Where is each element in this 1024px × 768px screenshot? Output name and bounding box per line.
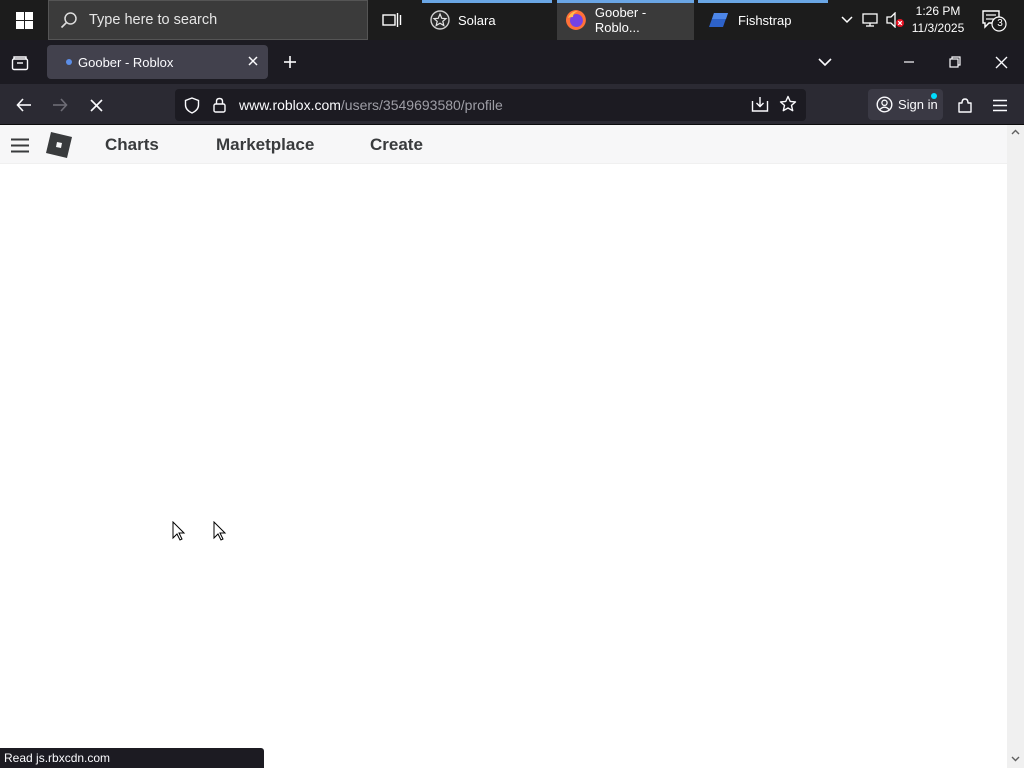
open-app-indicator xyxy=(422,0,552,3)
taskbar-app-fishstrap[interactable]: Fishstrap xyxy=(698,0,828,40)
volume-control[interactable] xyxy=(884,0,906,40)
pointer-cursor-icon xyxy=(172,521,186,541)
sign-in-button[interactable]: Sign in xyxy=(868,89,943,120)
nav-link-create[interactable]: Create xyxy=(370,135,423,155)
application-menu-button[interactable] xyxy=(988,93,1012,117)
forward-button[interactable] xyxy=(48,93,72,117)
sign-in-label: Sign in xyxy=(898,97,938,112)
roblox-logo-icon xyxy=(46,132,72,158)
notification-count-badge: 3 xyxy=(997,18,1003,29)
address-bar[interactable]: www.roblox.com/users/3549693580/profile xyxy=(175,89,806,121)
download-icon xyxy=(751,97,769,112)
task-view-icon xyxy=(382,13,402,27)
url-host: www.roblox.com xyxy=(239,97,341,113)
close-tab-button[interactable] xyxy=(246,54,260,71)
forward-icon xyxy=(53,98,68,112)
taskbar-search-box[interactable]: Type here to search xyxy=(48,0,368,40)
tab-title: Goober - Roblox xyxy=(78,54,174,70)
solara-icon xyxy=(430,10,450,30)
scroll-down-arrow-icon[interactable] xyxy=(1011,756,1020,762)
fishstrap-icon xyxy=(709,13,728,27)
taskbar-app-label: Solara xyxy=(458,12,496,28)
open-app-indicator xyxy=(557,0,694,3)
search-icon xyxy=(49,11,89,29)
firefox-view-icon xyxy=(11,56,29,71)
stop-loading-button[interactable] xyxy=(84,93,108,117)
close-icon xyxy=(995,56,1007,68)
window-restore-button[interactable] xyxy=(932,50,978,74)
action-center-button[interactable]: 3 xyxy=(978,0,1008,40)
clock-date: 11/3/2025 xyxy=(911,21,965,35)
roblox-home-link[interactable] xyxy=(43,129,75,161)
pointer-cursor-icon xyxy=(213,521,227,541)
back-button[interactable] xyxy=(12,93,36,117)
stop-icon xyxy=(89,98,103,112)
save-to-pocket-download-button[interactable] xyxy=(751,95,769,116)
close-icon xyxy=(248,56,258,66)
taskbar-app-solara[interactable]: Solara xyxy=(422,0,552,40)
firefox-icon xyxy=(565,10,586,30)
new-tab-icon xyxy=(284,56,296,68)
roblox-header: Charts Marketplace Create xyxy=(0,125,1007,164)
search-placeholder: Type here to search xyxy=(89,12,218,28)
tab-loading-icon xyxy=(66,59,72,65)
network-icon xyxy=(862,13,878,27)
bookmark-star-icon xyxy=(779,95,797,112)
open-app-indicator xyxy=(698,0,828,3)
task-view-button[interactable] xyxy=(372,0,412,40)
window-minimize-button[interactable] xyxy=(886,50,932,74)
web-page-content: Charts Marketplace Create xyxy=(0,125,1007,768)
scroll-up-arrow-icon[interactable] xyxy=(1011,129,1020,135)
network-status[interactable] xyxy=(860,0,882,40)
show-hidden-icons-button[interactable] xyxy=(838,0,856,40)
lock-icon xyxy=(212,97,226,113)
site-security-button[interactable] xyxy=(207,97,231,113)
sign-in-attention-dot xyxy=(931,93,937,99)
url-text[interactable]: www.roblox.com/users/3549693580/profile xyxy=(239,97,503,113)
taskbar-clock[interactable]: 1:26 PM 11/3/2025 xyxy=(906,3,970,37)
list-all-tabs-button[interactable] xyxy=(814,51,836,73)
list-all-tabs-icon xyxy=(818,57,832,66)
hamburger-icon xyxy=(11,138,29,152)
url-path: /users/3549693580/profile xyxy=(340,97,503,113)
new-tab-button[interactable] xyxy=(279,51,301,73)
browser-tab-active[interactable]: Goober - Roblox xyxy=(47,45,268,79)
nav-link-charts[interactable]: Charts xyxy=(105,135,159,155)
back-icon xyxy=(16,98,31,112)
firefox-view-button[interactable] xyxy=(8,52,32,74)
taskbar-app-label: Goober - Roblo... xyxy=(594,5,647,35)
minimize-icon xyxy=(904,61,914,63)
tracking-protection-button[interactable] xyxy=(177,96,207,114)
menu-icon xyxy=(993,99,1007,111)
bookmark-page-button[interactable] xyxy=(779,95,797,116)
page-scrollbar[interactable] xyxy=(1007,125,1024,768)
taskbar-app-firefox[interactable]: Goober - Roblo... xyxy=(557,0,694,40)
chevron-up-icon xyxy=(841,16,853,24)
account-icon xyxy=(876,96,893,113)
status-panel: Read js.rbxcdn.com xyxy=(0,748,264,768)
windows-taskbar: Type here to search Solara Goober - Robl… xyxy=(0,0,1024,40)
roblox-menu-button[interactable] xyxy=(8,134,32,156)
tracking-shield-icon xyxy=(184,96,200,114)
start-button[interactable] xyxy=(0,0,48,40)
extensions-button[interactable] xyxy=(953,93,977,117)
taskbar-app-label: Fishstrap xyxy=(738,12,792,28)
windows-logo-icon xyxy=(15,11,33,29)
restore-icon xyxy=(949,56,961,68)
volume-muted-icon xyxy=(886,12,904,28)
clock-time: 1:26 PM xyxy=(915,4,961,18)
extensions-icon xyxy=(957,97,972,113)
window-close-button[interactable] xyxy=(978,50,1024,74)
nav-link-marketplace[interactable]: Marketplace xyxy=(216,135,314,155)
